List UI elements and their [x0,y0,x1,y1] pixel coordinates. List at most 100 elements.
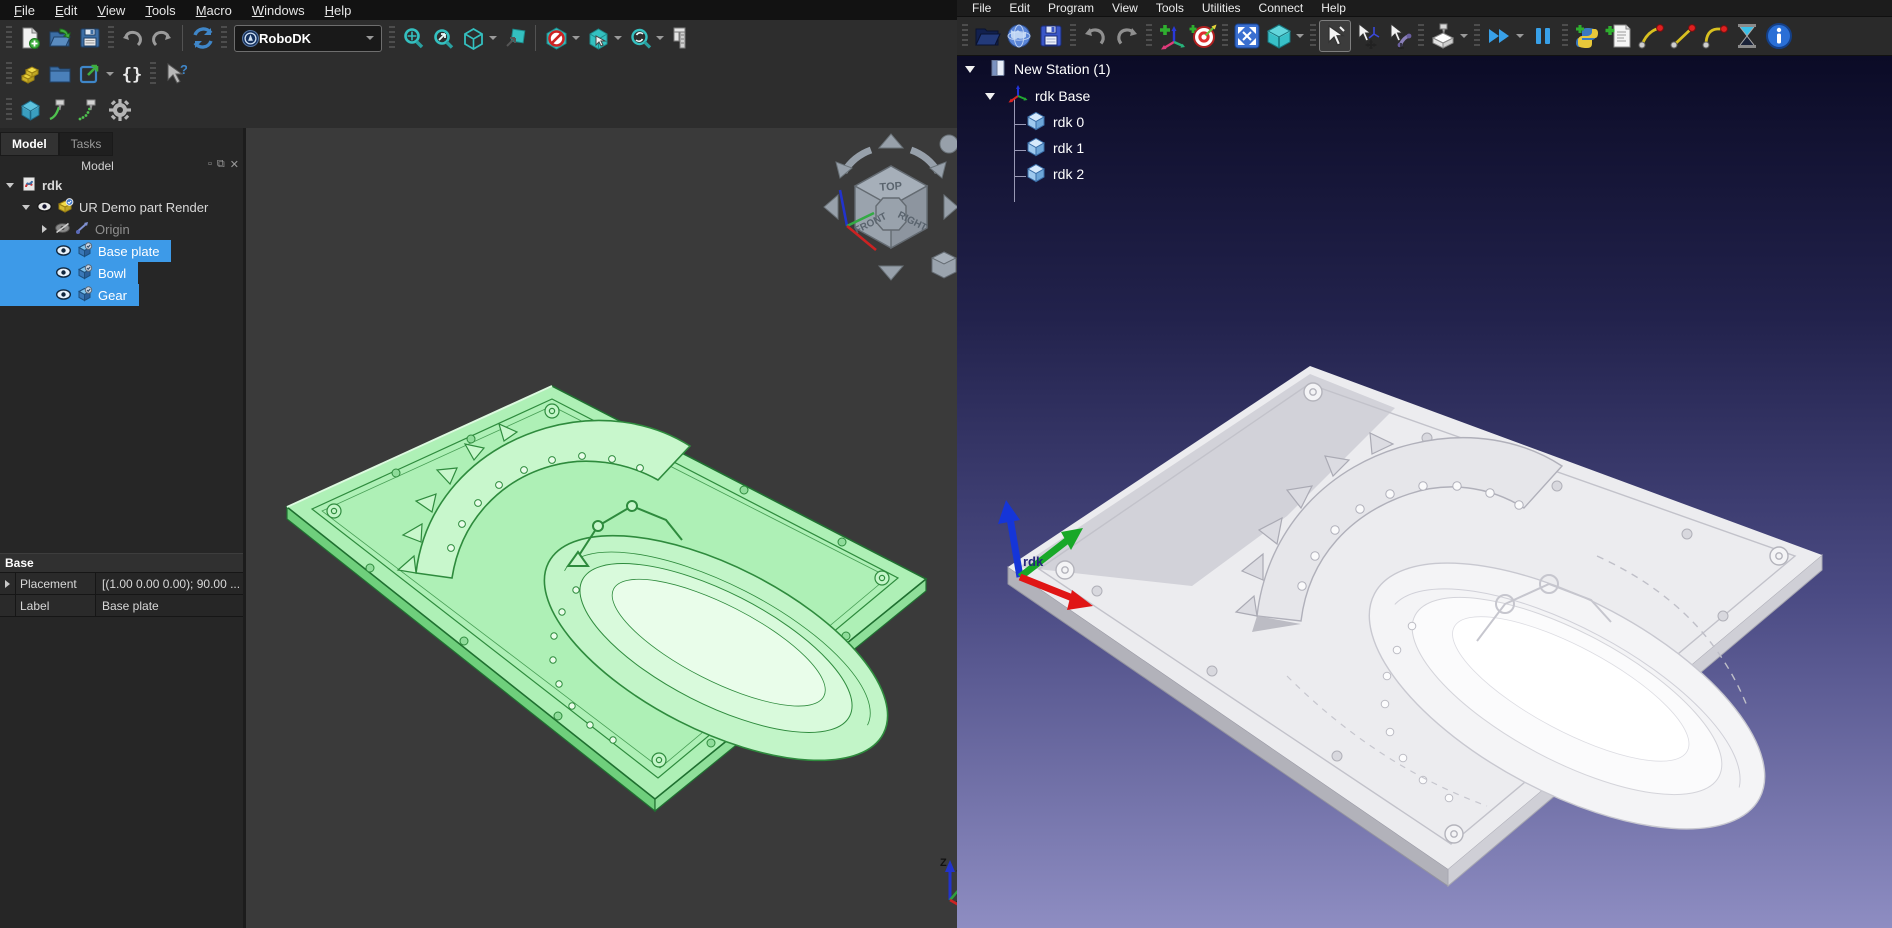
eye-visible-icon[interactable] [56,244,71,259]
generate-path-button[interactable] [45,95,75,125]
move-robot-button[interactable] [1383,20,1415,52]
library-button[interactable] [1003,20,1035,52]
menu-edit[interactable]: Edit [45,1,87,20]
tree-item-rdk-base[interactable]: rdk Base [985,85,1090,107]
menu-program[interactable]: Program [1039,0,1103,16]
eye-visible-icon[interactable] [56,266,71,281]
menu-tools[interactable]: Tools [135,1,185,20]
property-value[interactable]: [(1.00 0.00 0.00); 90.00 ... [96,573,243,594]
folder-button[interactable] [45,59,75,89]
tree-item-rdk-1[interactable]: rdk 1 [1026,137,1084,159]
tab-tasks[interactable]: Tasks [59,132,114,156]
zoom-selection-button[interactable] [428,23,458,53]
menu-macro[interactable]: Macro [186,1,242,20]
toolbar-handle[interactable] [1562,24,1568,48]
whats-this-button[interactable]: ? [159,59,189,89]
tree-item-base-plate[interactable]: Base plate [0,240,171,262]
select-cursor-button[interactable] [1319,20,1351,52]
tree-item-bowl[interactable]: Bowl [0,262,138,284]
property-group-header[interactable]: Base [0,553,243,573]
open-in-robodk-button[interactable] [75,59,105,89]
menu-utilities[interactable]: Utilities [1193,0,1250,16]
macro-button[interactable]: {} [117,59,147,89]
save-button[interactable] [1035,20,1067,52]
menu-view[interactable]: View [87,1,135,20]
add-target-button[interactable] [1187,20,1219,52]
toolbar-handle[interactable] [6,26,12,50]
tree-item-new-station[interactable]: New Station (1) [965,58,1110,80]
expand-arrow-icon[interactable] [965,66,975,73]
expand-arrow-icon[interactable] [985,93,995,100]
new-document-button[interactable] [15,23,45,53]
move-circular-button[interactable] [1699,20,1731,52]
property-expand-arrow[interactable] [0,573,16,594]
eye-hidden-icon[interactable] [55,222,70,237]
move-reference-button[interactable] [1351,20,1383,52]
add-program-button[interactable] [1603,20,1635,52]
menu-help[interactable]: Help [315,1,362,20]
menu-view[interactable]: View [1103,0,1147,16]
expand-arrow-icon[interactable] [38,225,50,233]
toolbar-handle[interactable] [1474,24,1480,48]
toolbar-handle[interactable] [1146,24,1152,48]
menu-help[interactable]: Help [1312,0,1355,16]
menu-file[interactable]: File [4,1,45,20]
move-linear-button[interactable] [1667,20,1699,52]
dock-restore-icon[interactable]: ▫ [208,158,212,171]
sync-view-button[interactable] [625,23,655,53]
tab-model[interactable]: Model [0,132,59,156]
draw-style-button[interactable] [541,23,571,53]
settings-gear-icon[interactable] [105,95,135,125]
freecad-3d-viewport[interactable]: TOP FRONT RIGHT Z Y X [246,128,957,928]
add-python-button[interactable] [1571,20,1603,52]
menu-connect[interactable]: Connect [1250,0,1313,16]
toolbar-handle[interactable] [1418,24,1424,48]
open-document-button[interactable] [45,23,75,53]
toolbar-handle[interactable] [1222,24,1228,48]
eye-visible-icon[interactable] [37,200,52,215]
fit-all-button[interactable] [1231,20,1263,52]
generate-points-button[interactable] [75,95,105,125]
save-button[interactable] [75,23,105,53]
machining-project-button[interactable] [1427,20,1459,52]
frame-label[interactable]: rdk [1023,554,1043,569]
chevron-down-icon[interactable] [656,36,664,40]
redo-button[interactable] [147,23,177,53]
chevron-down-icon[interactable] [614,36,622,40]
tree-item-part[interactable]: UR Demo part Render [0,196,220,218]
expand-arrow-icon[interactable] [20,205,32,210]
menu-edit[interactable]: Edit [1000,0,1039,16]
move-joint-button[interactable] [1635,20,1667,52]
undo-button[interactable] [117,23,147,53]
navigation-cube[interactable]: TOP FRONT RIGHT [816,128,957,286]
chevron-down-icon[interactable] [1296,34,1304,38]
toolbar-handle[interactable] [389,26,395,50]
isometric-view-button[interactable] [458,23,488,53]
tree-item-rdk[interactable]: rdk [0,174,74,196]
expand-arrow-icon[interactable] [4,183,16,188]
toolbar-handle[interactable] [6,98,12,122]
tree-item-gear[interactable]: Gear [0,284,139,306]
chevron-down-icon[interactable] [572,36,580,40]
refresh-button[interactable] [188,23,218,53]
open-button[interactable] [971,20,1003,52]
chevron-down-icon[interactable] [489,36,497,40]
isometric-view-button[interactable] [1263,20,1295,52]
fit-all-button[interactable] [398,23,428,53]
pause-button[interactable] [1527,20,1559,52]
navcube-top-label[interactable]: TOP [879,180,902,194]
menu-file[interactable]: File [963,0,1000,16]
robodk-3d-viewport[interactable]: rdk New Station (1) rdk Base [957,56,1892,928]
fast-forward-button[interactable] [1483,20,1515,52]
chevron-down-icon[interactable] [1516,34,1524,38]
toolbar-handle[interactable] [221,26,227,50]
chevron-down-icon[interactable] [106,72,114,76]
menu-windows[interactable]: Windows [242,1,315,20]
chevron-down-icon[interactable] [1460,34,1468,38]
tree-item-rdk-0[interactable]: rdk 0 [1026,111,1084,133]
workbench-selector[interactable]: RoboDK [234,25,382,52]
property-value[interactable]: Base plate [96,595,243,616]
export-part-button[interactable] [15,59,45,89]
toolbar-handle[interactable] [962,24,968,48]
toolbar-handle[interactable] [108,26,114,50]
